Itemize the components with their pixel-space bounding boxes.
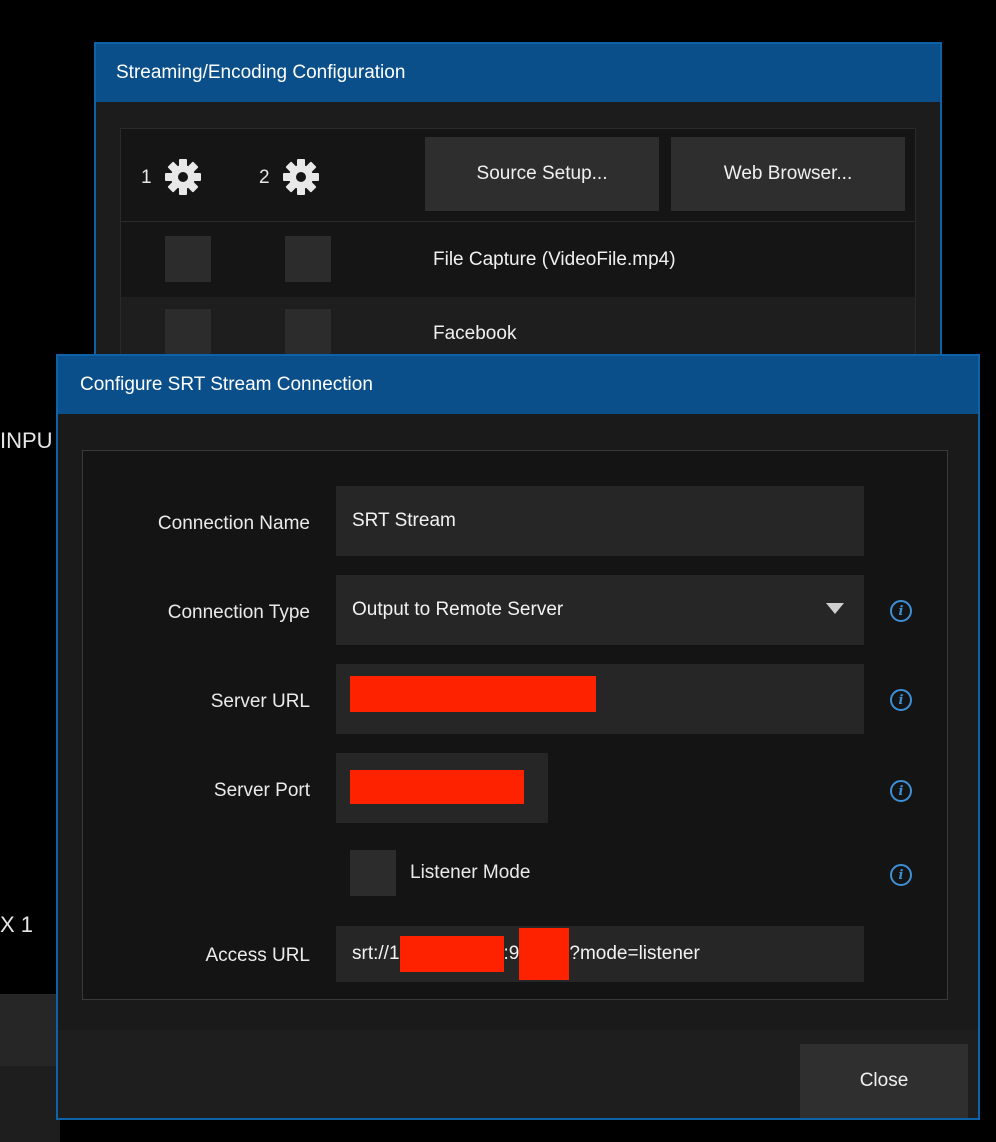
access-url-label: Access URL (205, 945, 310, 966)
server-url-label: Server URL (210, 691, 310, 712)
connection-type-value: Output to Remote Server (352, 599, 564, 620)
background-label-mix: X 1 (0, 912, 34, 937)
streaming-config-dialog: Streaming/Encoding Configuration 1 2 Sou… (94, 42, 942, 383)
access-url-field[interactable]: srt://1 :9 ?mode=listener (336, 926, 864, 982)
server-url-redaction (350, 676, 596, 712)
facebook-encoder-2-checkbox[interactable] (285, 309, 331, 355)
file-capture-encoder-1-checkbox[interactable] (165, 236, 211, 282)
encoder-1-label: 1 (141, 167, 152, 188)
srt-config-title-bar: Configure SRT Stream Connection (58, 356, 978, 414)
background-label-input: INPU (0, 428, 53, 453)
close-button[interactable]: Close (800, 1044, 968, 1118)
listener-mode-info-icon[interactable]: i (890, 864, 912, 886)
server-port-redaction (350, 770, 524, 804)
background-bar (0, 994, 60, 1066)
connection-type-info-icon[interactable]: i (890, 600, 912, 622)
output-row-file-capture[interactable]: File Capture (VideoFile.mp4) (121, 221, 915, 298)
connection-name-value: SRT Stream (352, 510, 456, 531)
streaming-outputs-panel: 1 2 Source Setup... Web Browser... File … (120, 128, 916, 383)
encoder-2-gear-icon[interactable] (281, 157, 321, 197)
server-port-label: Server Port (213, 780, 310, 801)
streaming-config-title: Streaming/Encoding Configuration (116, 62, 406, 83)
connection-name-label: Connection Name (157, 513, 310, 534)
streaming-config-title-bar: Streaming/Encoding Configuration (96, 44, 940, 102)
access-url-prefix: srt://1 (352, 943, 400, 964)
encoder-1-gear-icon[interactable] (163, 157, 203, 197)
listener-mode-checkbox[interactable] (350, 850, 396, 896)
connection-type-label: Connection Type (167, 602, 310, 623)
encoder-2-label: 2 (259, 167, 270, 188)
server-port-input[interactable] (336, 753, 548, 823)
file-capture-encoder-2-checkbox[interactable] (285, 236, 331, 282)
listener-mode-label: Listener Mode (410, 862, 531, 883)
source-setup-button[interactable]: Source Setup... (425, 137, 659, 211)
server-url-info-icon[interactable]: i (890, 689, 912, 711)
facebook-label: Facebook (433, 323, 517, 344)
access-url-redaction-1 (399, 936, 504, 972)
srt-config-title: Configure SRT Stream Connection (80, 374, 373, 395)
background-bar-bottom (0, 1066, 60, 1142)
access-url-redaction-2 (519, 928, 570, 980)
access-url-middle: :9 (503, 943, 520, 964)
connection-name-input[interactable]: SRT Stream (336, 486, 864, 556)
facebook-encoder-1-checkbox[interactable] (165, 309, 211, 355)
chevron-down-icon (826, 603, 844, 614)
connection-type-select[interactable]: Output to Remote Server (336, 575, 864, 645)
file-capture-label: File Capture (VideoFile.mp4) (433, 249, 676, 270)
access-url-suffix: ?mode=listener (569, 943, 700, 964)
server-port-info-icon[interactable]: i (890, 780, 912, 802)
web-browser-button[interactable]: Web Browser... (671, 137, 905, 211)
server-url-input[interactable] (336, 664, 864, 734)
srt-config-dialog: Configure SRT Stream Connection Connecti… (56, 354, 980, 1120)
